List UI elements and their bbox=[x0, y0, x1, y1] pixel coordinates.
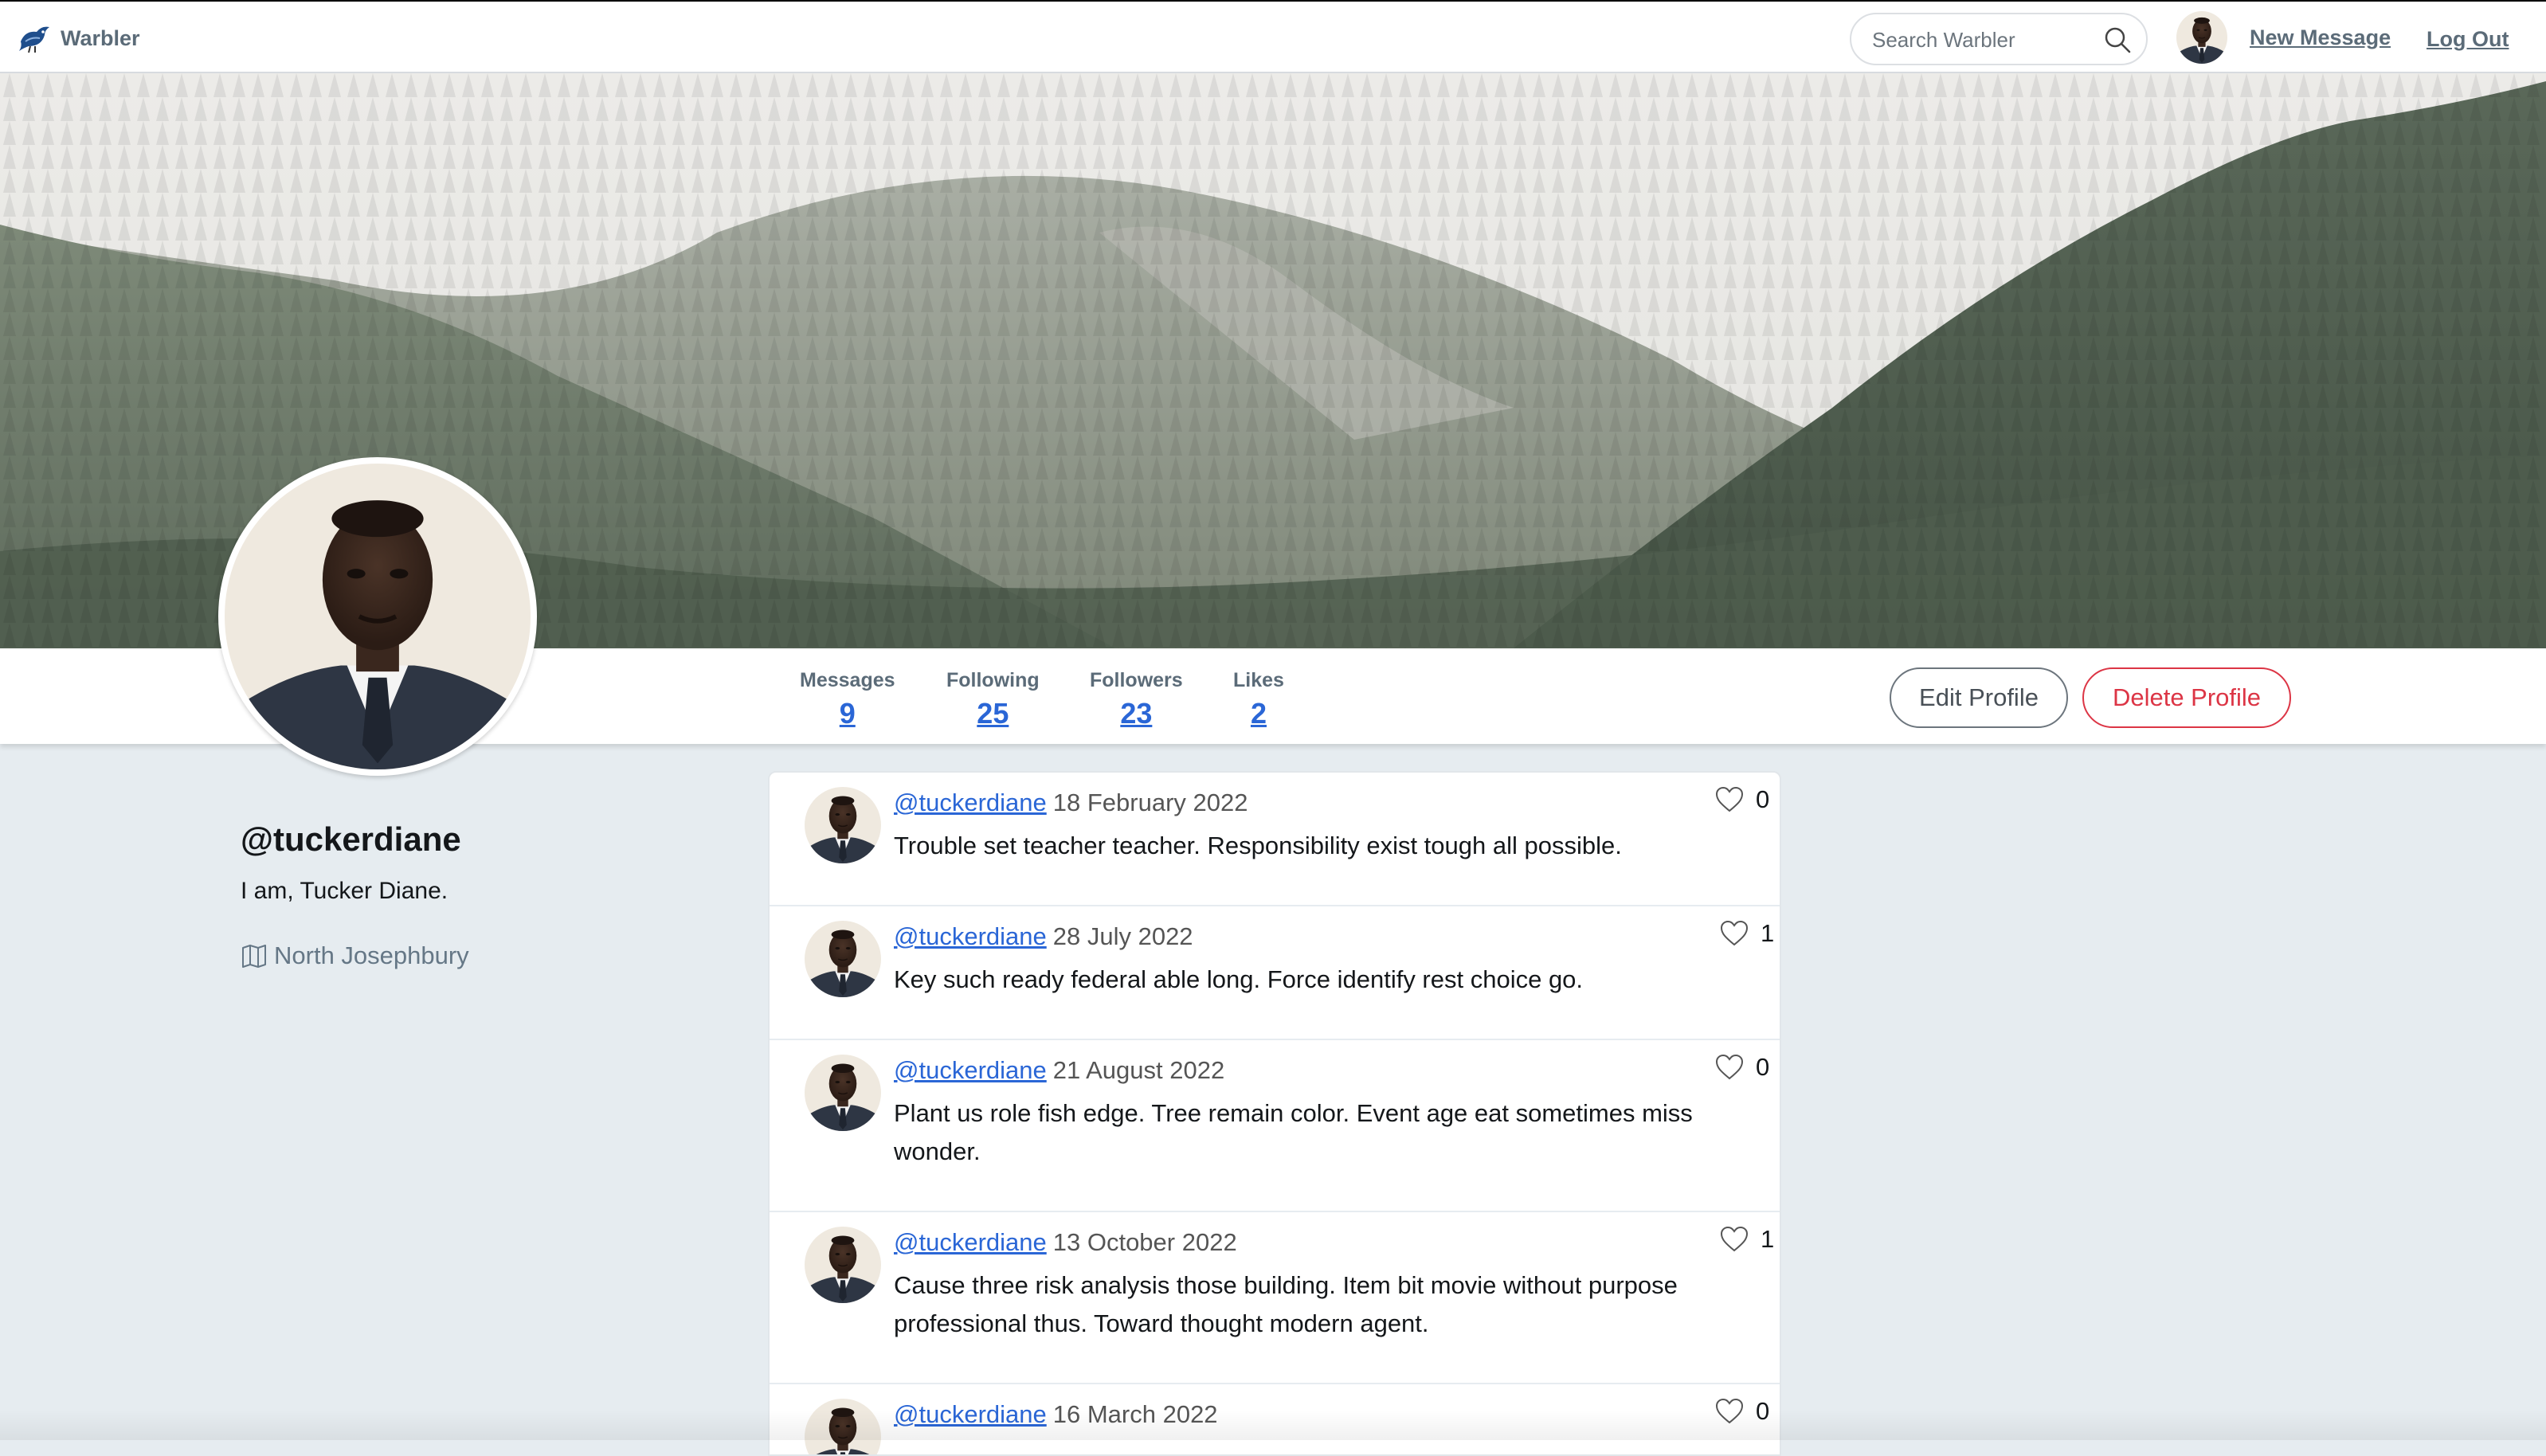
message-text: Plant us role fish edge. Tree remain col… bbox=[894, 1099, 1693, 1165]
like-count: 0 bbox=[1756, 1053, 1770, 1081]
edit-profile-button[interactable]: Edit Profile bbox=[1890, 667, 2068, 728]
stat-messages[interactable]: Messages 9 bbox=[800, 669, 895, 730]
like-control[interactable]: 1 bbox=[1719, 1223, 1774, 1255]
stat-likes-label: Likes bbox=[1233, 669, 1284, 691]
new-message-link[interactable]: New Message bbox=[2250, 25, 2391, 50]
search-input[interactable] bbox=[1870, 24, 2105, 56]
profile-location: North Josephbury bbox=[241, 941, 469, 970]
warbler-logo-icon bbox=[19, 26, 49, 53]
like-count: 1 bbox=[1761, 1225, 1775, 1253]
heart-icon[interactable] bbox=[1719, 920, 1749, 947]
logout-link[interactable]: Log Out bbox=[2427, 27, 2509, 52]
profile-location-text: North Josephbury bbox=[274, 941, 469, 969]
message-text: Cause three risk analysis those building… bbox=[894, 1271, 1678, 1337]
message-username-link[interactable]: @tuckerdiane bbox=[894, 1056, 1047, 1084]
message-username-link[interactable]: @tuckerdiane bbox=[894, 1400, 1047, 1428]
message-item[interactable]: @tuckerdiane 13 October 2022 Cause three … bbox=[770, 1212, 1780, 1384]
message-text: Trouble set teacher teacher. Responsibil… bbox=[894, 832, 1622, 859]
delete-profile-button[interactable]: Delete Profile bbox=[2082, 667, 2291, 728]
message-avatar[interactable] bbox=[805, 787, 881, 863]
message-header: @tuckerdiane 16 March 2022 bbox=[894, 1400, 1218, 1429]
message-item[interactable]: @tuckerdiane 28 July 2022 Key such ready … bbox=[770, 906, 1780, 1040]
heart-icon[interactable] bbox=[1714, 786, 1745, 813]
search-icon[interactable] bbox=[2103, 25, 2132, 54]
message-avatar[interactable] bbox=[805, 1227, 881, 1303]
message-avatar[interactable] bbox=[805, 1055, 881, 1131]
heart-icon[interactable] bbox=[1714, 1398, 1745, 1425]
message-item[interactable]: @tuckerdiane 21 August 2022 Plant us role… bbox=[770, 1040, 1780, 1212]
stat-likes[interactable]: Likes 2 bbox=[1233, 669, 1284, 730]
like-count: 1 bbox=[1761, 919, 1775, 947]
message-username-link[interactable]: @tuckerdiane bbox=[894, 789, 1047, 816]
message-date: 28 July 2022 bbox=[1052, 922, 1193, 950]
stat-followers-count[interactable]: 23 bbox=[1090, 697, 1183, 730]
message-username-link[interactable]: @tuckerdiane bbox=[894, 1228, 1047, 1256]
message-avatar[interactable] bbox=[805, 921, 881, 997]
stat-following-count[interactable]: 25 bbox=[946, 697, 1040, 730]
message-header: @tuckerdiane 18 February 2022 bbox=[894, 789, 1248, 817]
message-text: Key such ready federal able long. Force … bbox=[894, 965, 1584, 993]
message-date: 21 August 2022 bbox=[1052, 1056, 1225, 1084]
like-count: 0 bbox=[1756, 785, 1770, 813]
message-header: @tuckerdiane 28 July 2022 bbox=[894, 922, 1193, 951]
stat-messages-count[interactable]: 9 bbox=[800, 697, 895, 730]
map-icon bbox=[242, 945, 266, 968]
like-control[interactable]: 1 bbox=[1719, 918, 1774, 949]
message-header: @tuckerdiane 13 October 2022 bbox=[894, 1228, 1237, 1257]
like-count: 0 bbox=[1756, 1397, 1770, 1425]
search-box bbox=[1850, 13, 2148, 65]
message-avatar[interactable] bbox=[805, 1399, 881, 1456]
message-date: 13 October 2022 bbox=[1052, 1228, 1237, 1256]
message-item[interactable]: @tuckerdiane 18 February 2022 Trouble set… bbox=[770, 773, 1780, 906]
like-control[interactable]: 0 bbox=[1714, 1395, 1769, 1427]
message-header: @tuckerdiane 21 August 2022 bbox=[894, 1056, 1224, 1085]
brand-link[interactable]: Warbler bbox=[18, 16, 140, 61]
stat-messages-label: Messages bbox=[800, 669, 895, 691]
message-item[interactable]: @tuckerdiane 16 March 2022 0 bbox=[770, 1384, 1780, 1456]
brand-name: Warbler bbox=[61, 25, 140, 50]
message-date: 18 February 2022 bbox=[1052, 789, 1248, 816]
nav-user-avatar[interactable] bbox=[2176, 11, 2227, 64]
stat-likes-count[interactable]: 2 bbox=[1233, 697, 1284, 730]
stat-followers[interactable]: Followers 23 bbox=[1090, 669, 1183, 730]
heart-icon[interactable] bbox=[1719, 1226, 1749, 1253]
like-control[interactable]: 0 bbox=[1714, 1051, 1769, 1083]
stat-following[interactable]: Following 25 bbox=[946, 669, 1040, 730]
heart-icon[interactable] bbox=[1714, 1054, 1745, 1081]
profile-bio: I am, Tucker Diane. bbox=[241, 878, 448, 904]
stat-following-label: Following bbox=[946, 669, 1040, 691]
navbar: Warbler New Message Log Out bbox=[0, 0, 2546, 73]
messages-list: @tuckerdiane 18 February 2022 Trouble set… bbox=[768, 771, 1781, 1456]
message-username-link[interactable]: @tuckerdiane bbox=[894, 922, 1047, 950]
profile-avatar bbox=[218, 457, 537, 776]
stat-followers-label: Followers bbox=[1090, 669, 1183, 691]
like-control[interactable]: 0 bbox=[1714, 784, 1769, 816]
profile-username: @tuckerdiane bbox=[241, 820, 461, 858]
message-date: 16 March 2022 bbox=[1052, 1400, 1218, 1428]
